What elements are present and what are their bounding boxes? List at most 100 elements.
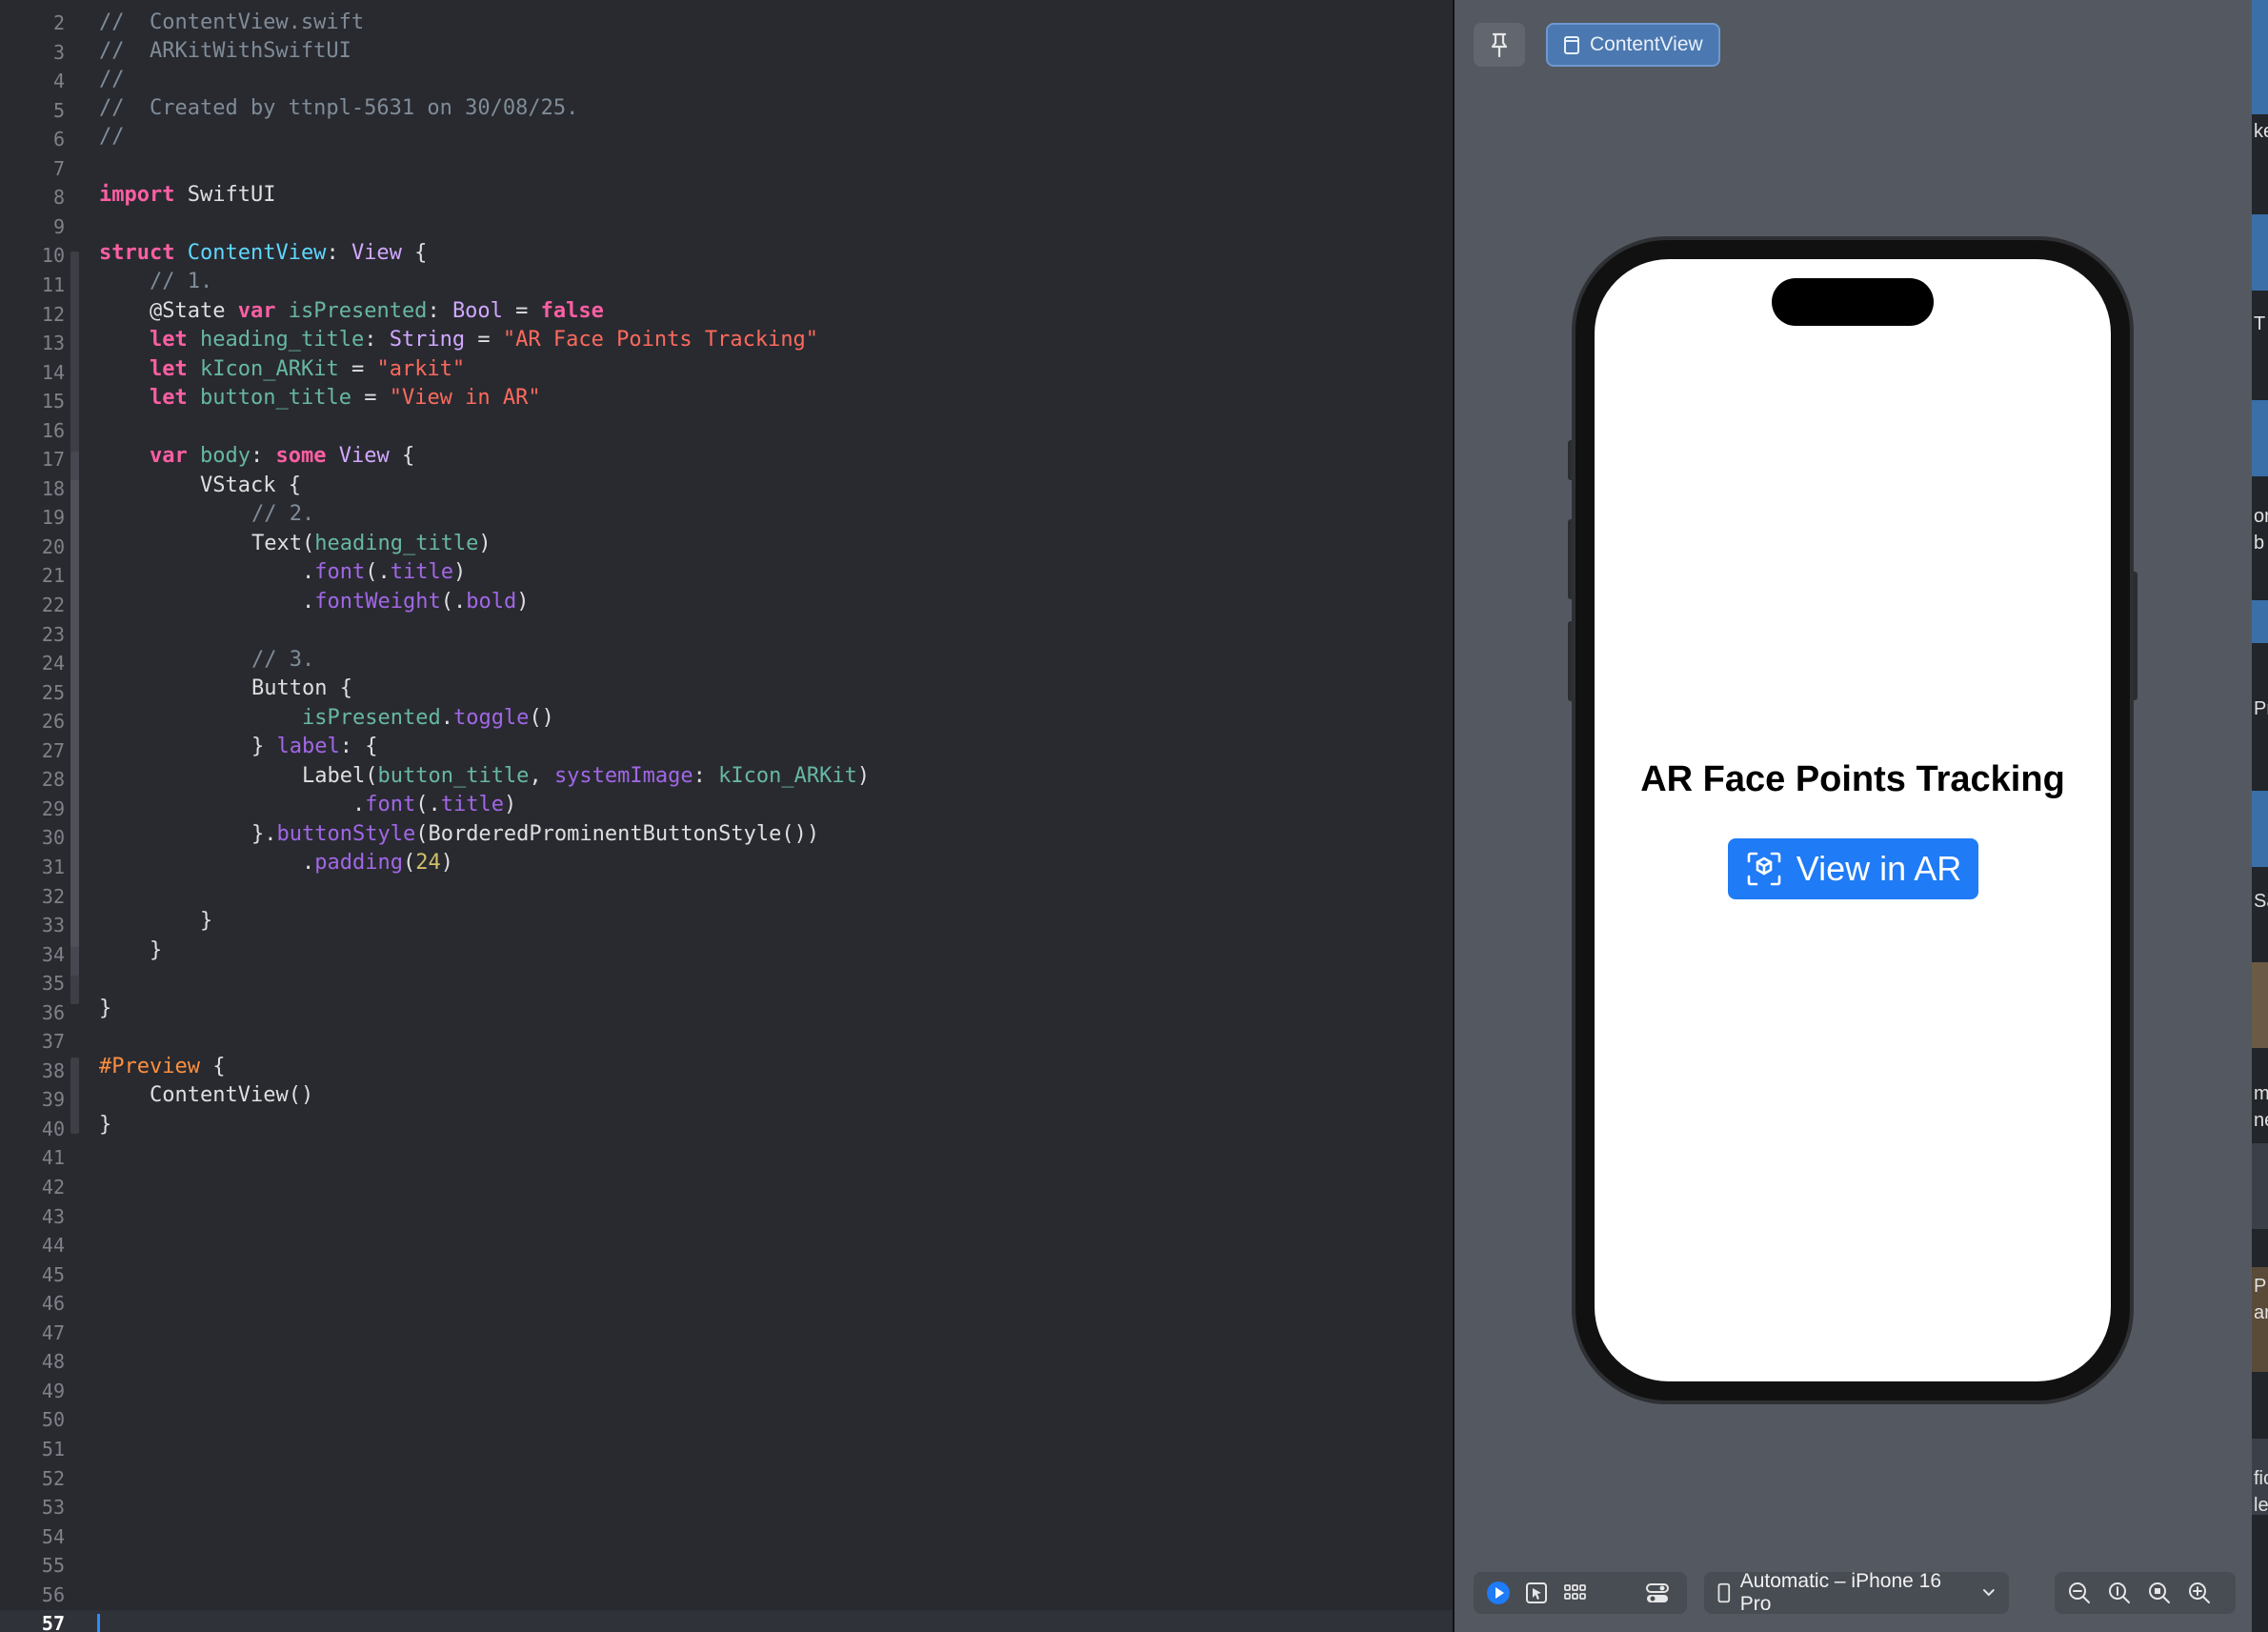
line-number: 54 — [41, 1524, 65, 1548]
code-line-25: Button { — [251, 676, 352, 700]
device-selector[interactable]: Automatic – iPhone 16 Pro — [1704, 1570, 2009, 1615]
code-line-2: // ContentView.swift — [99, 10, 365, 34]
line-number: 29 — [41, 796, 65, 820]
line-number: 5 — [52, 98, 65, 122]
code-line-3: // ARKitWithSwiftUI — [99, 39, 351, 63]
line-number: 6 — [52, 128, 65, 151]
strip-chip — [2252, 1143, 2268, 1229]
code-line-36: } — [99, 997, 112, 1020]
grid-icon — [1564, 1584, 1586, 1600]
line-number: 15 — [41, 390, 65, 413]
line-number: 49 — [41, 1379, 65, 1402]
strip-text: T — [2254, 313, 2266, 334]
code-line-31: .padding(24) — [302, 851, 453, 875]
arkit-icon — [1747, 852, 1781, 886]
line-number: 41 — [41, 1146, 65, 1170]
strip-chip — [2252, 0, 2268, 114]
line-number: 17 — [41, 448, 65, 472]
code-line-39: ContentView() — [150, 1083, 314, 1107]
phone-action-button — [1568, 440, 1576, 480]
pin-icon — [1491, 32, 1508, 58]
line-number: 7 — [52, 156, 65, 180]
zoom-actual-size-button[interactable] — [2104, 1578, 2135, 1608]
code-line-13: let heading_title: String = "AR Face Poi… — [150, 328, 819, 352]
line-number: 43 — [41, 1204, 65, 1228]
strip-text: on — [2254, 506, 2268, 527]
preview-canvas: ContentView AR Face Points Tracking View… — [1455, 0, 2252, 1632]
live-mode-button[interactable] — [1483, 1578, 1514, 1608]
line-number: 20 — [41, 534, 65, 558]
preview-tab-icon — [1564, 36, 1579, 54]
code-line-22: .fontWeight(.bold) — [302, 590, 530, 614]
dynamic-island — [1772, 278, 1934, 326]
code-line-26: isPresented.toggle() — [302, 706, 554, 730]
strip-text: Sa — [2254, 891, 2268, 912]
line-number: 26 — [41, 710, 65, 734]
zoom-to-fit-button[interactable] — [2144, 1578, 2175, 1608]
line-number: 35 — [41, 972, 65, 996]
background-window-sliver: ke T on b Pr Sa m ne PE ar fic le — [2252, 0, 2268, 1632]
zoom-in-button[interactable] — [2184, 1578, 2215, 1608]
canvas-settings-button[interactable] — [1642, 1578, 1673, 1608]
pin-preview-button[interactable] — [1474, 23, 1525, 67]
line-number: 4 — [52, 70, 65, 93]
line-number: 25 — [41, 680, 65, 704]
line-number: 19 — [41, 506, 65, 530]
line-number: 8 — [52, 186, 65, 210]
strip-text: le — [2254, 1495, 2268, 1516]
code-line-4: // — [99, 68, 125, 91]
zoom-fit-icon — [2149, 1582, 2170, 1603]
device-selector-label: Automatic – iPhone 16 Pro — [1739, 1570, 1942, 1615]
line-number: 50 — [41, 1408, 65, 1432]
line-number: 36 — [41, 1000, 65, 1024]
chevron-down-icon — [1983, 1589, 1996, 1597]
line-number: 34 — [41, 942, 65, 966]
current-line-highlight — [0, 1610, 1453, 1632]
line-number: 9 — [52, 214, 65, 238]
preview-tab-contentview[interactable]: ContentView — [1546, 23, 1720, 67]
play-circle-icon — [1487, 1582, 1510, 1604]
zoom-group — [2055, 1572, 2236, 1614]
line-number: 21 — [41, 564, 65, 588]
line-number: 42 — [41, 1176, 65, 1199]
text-caret — [97, 1614, 100, 1632]
line-number: 38 — [41, 1058, 65, 1082]
line-number: 22 — [41, 594, 65, 616]
line-number: 16 — [41, 418, 65, 442]
strip-chip — [2252, 791, 2268, 867]
code-line-17: var body: some View { — [150, 444, 415, 468]
strip-text: fic — [2254, 1468, 2268, 1489]
selectable-mode-button[interactable] — [1521, 1578, 1552, 1608]
zoom-out-button[interactable] — [2064, 1578, 2095, 1608]
fold-ribbon-vstack[interactable] — [70, 480, 79, 947]
line-number: 11 — [41, 272, 65, 296]
line-number: 24 — [41, 652, 65, 675]
line-number: 32 — [41, 884, 65, 908]
code-line-20: Text(heading_title) — [251, 532, 492, 555]
strip-text: ar — [2254, 1302, 2268, 1323]
preview-tab-label: ContentView — [1590, 33, 1703, 55]
phone-volume-up — [1568, 519, 1576, 599]
iphone-screen: AR Face Points Tracking View in AR — [1595, 259, 2111, 1381]
code-line-19: // 2. — [251, 502, 315, 526]
strip-text: ke — [2254, 121, 2268, 142]
line-number: 10 — [41, 244, 65, 268]
strip-text: ne — [2254, 1110, 2268, 1131]
view-in-ar-label: View in AR — [1796, 849, 1962, 888]
strip-chip — [2252, 600, 2268, 643]
code-line-8: import SwiftUI — [99, 183, 276, 207]
code-line-21: .font(.title) — [302, 560, 467, 584]
strip-chip — [2252, 962, 2268, 1048]
line-number: 33 — [41, 914, 65, 937]
view-in-ar-button[interactable]: View in AR — [1728, 838, 1978, 899]
fold-ribbon-preview[interactable] — [70, 1058, 79, 1134]
code-line-5: // Created by ttnpl-5631 on 30/08/25. — [99, 96, 579, 120]
code-editor[interactable]: 2 3 4 5 6 7 8 9 10 11 12 13 14 15 16 17 18 19 20 21 22 23 24 25… — [0, 0, 1453, 1632]
strip-text: Pr — [2254, 698, 2268, 719]
line-number: 30 — [41, 826, 65, 850]
strip-text: PE — [2254, 1276, 2268, 1297]
line-number: 55 — [41, 1554, 65, 1578]
zoom-100-icon — [2109, 1582, 2130, 1603]
line-number: 40 — [41, 1117, 65, 1140]
variants-button[interactable] — [1559, 1578, 1590, 1608]
